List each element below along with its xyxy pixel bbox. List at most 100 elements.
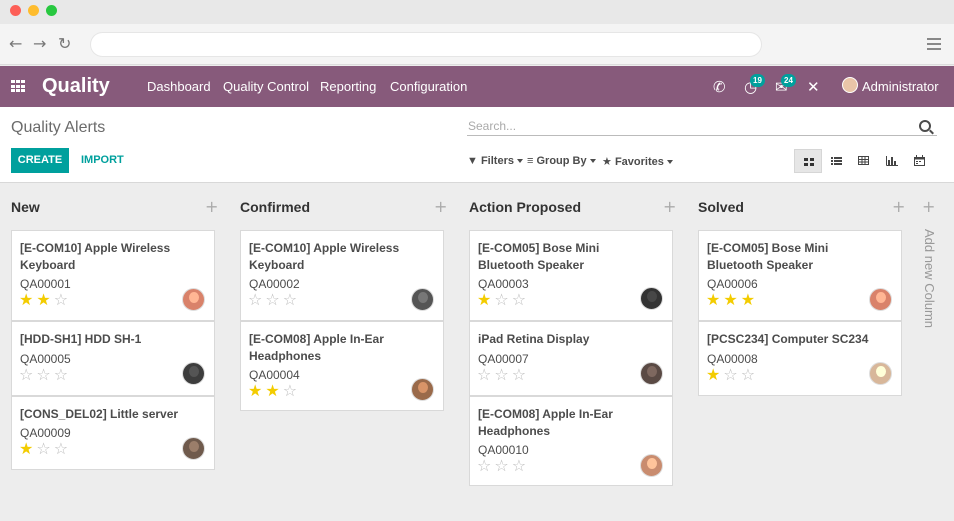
star-filled-icon[interactable]: ★ [19, 439, 36, 458]
star-empty-icon[interactable]: ☆ [741, 365, 758, 384]
user-avatar[interactable] [842, 77, 858, 93]
menu-quality-control[interactable]: Quality Control [223, 79, 309, 94]
star-filled-icon[interactable]: ★ [265, 381, 282, 400]
menu-reporting[interactable]: Reporting [320, 79, 376, 94]
kanban-card[interactable]: [HDD-SH1] HDD SH-1 QA00005 ☆☆☆ [11, 321, 215, 396]
assignee-avatar[interactable] [640, 287, 663, 310]
priority-stars[interactable]: ★★☆ [248, 383, 300, 399]
graph-view-icon[interactable] [878, 149, 906, 173]
import-button[interactable]: IMPORT [81, 154, 124, 166]
star-empty-icon[interactable]: ☆ [248, 290, 265, 309]
star-empty-icon[interactable]: ☆ [494, 365, 511, 384]
priority-stars[interactable]: ★☆☆ [706, 367, 758, 383]
card-reference: QA00006 [707, 277, 758, 291]
pivot-view-icon[interactable] [850, 149, 878, 173]
assignee-avatar[interactable] [869, 288, 892, 311]
kanban-card[interactable]: [E-COM05] Bose Mini Bluetooth Speaker QA… [698, 230, 902, 321]
priority-stars[interactable]: ★★☆ [19, 292, 71, 308]
column-add-plus-icon[interactable]: + [434, 197, 447, 216]
kanban-card[interactable]: [PCSC234] Computer SC234 QA00008 ★☆☆ [698, 321, 902, 396]
star-empty-icon[interactable]: ☆ [54, 290, 71, 309]
add-column-plus-icon[interactable]: + [922, 197, 935, 216]
star-empty-icon[interactable]: ☆ [494, 456, 511, 475]
search-input[interactable]: Search... [468, 119, 516, 133]
kanban-card[interactable]: [CONS_DEL02] Little server QA00009 ★☆☆ [11, 396, 215, 470]
assignee-avatar[interactable] [640, 362, 663, 385]
star-empty-icon[interactable]: ☆ [512, 290, 529, 309]
assignee-avatar[interactable] [182, 362, 205, 385]
list-view-icon[interactable] [822, 149, 850, 173]
maximize-window-icon[interactable] [46, 5, 57, 16]
star-empty-icon[interactable]: ☆ [494, 290, 511, 309]
calendar-view-icon[interactable] [906, 149, 934, 173]
favorites-dropdown[interactable]: ★ Favorites [602, 155, 673, 168]
column-add-plus-icon[interactable]: + [205, 197, 218, 216]
star-empty-icon[interactable]: ☆ [512, 456, 529, 475]
star-empty-icon[interactable]: ☆ [477, 365, 494, 384]
kanban-card[interactable]: iPad Retina Display QA00007 ☆☆☆ [469, 321, 673, 396]
star-filled-icon[interactable]: ★ [706, 290, 723, 309]
column-add-plus-icon[interactable]: + [892, 197, 905, 216]
groupby-dropdown[interactable]: ≡ Group By [527, 155, 596, 167]
star-empty-icon[interactable]: ☆ [723, 365, 740, 384]
user-menu[interactable]: Administrator [862, 79, 939, 94]
kanban-card[interactable]: [E-COM08] Apple In-Ear Headphones QA0000… [240, 321, 444, 411]
star-empty-icon[interactable]: ☆ [19, 365, 36, 384]
star-filled-icon[interactable]: ★ [723, 290, 740, 309]
kanban-view-icon[interactable] [794, 149, 822, 173]
card-title: [PCSC234] Computer SC234 [707, 332, 869, 346]
assignee-avatar[interactable] [411, 288, 434, 311]
assignee-avatar[interactable] [182, 437, 205, 460]
menu-configuration[interactable]: Configuration [390, 79, 467, 94]
priority-stars[interactable]: ☆☆☆ [477, 458, 529, 474]
priority-stars[interactable]: ★★★ [706, 292, 758, 308]
kanban-card[interactable]: [E-COM08] Apple In-Ear Headphones QA0001… [469, 396, 673, 486]
reload-icon[interactable]: ↻ [58, 35, 71, 53]
column-add-plus-icon[interactable]: + [663, 197, 676, 216]
assignee-avatar[interactable] [411, 378, 434, 401]
assignee-avatar[interactable] [182, 288, 205, 311]
menu-dashboard[interactable]: Dashboard [147, 79, 211, 94]
debug-tools-icon[interactable]: ✕ [807, 78, 820, 96]
priority-stars[interactable]: ☆☆☆ [19, 367, 71, 383]
star-empty-icon[interactable]: ☆ [477, 456, 494, 475]
search-icon[interactable] [919, 120, 931, 132]
star-empty-icon[interactable]: ☆ [54, 365, 71, 384]
assignee-avatar[interactable] [640, 454, 663, 477]
star-filled-icon[interactable]: ★ [706, 365, 723, 384]
forward-arrow-icon[interactable]: → [33, 35, 46, 53]
kanban-card[interactable]: [E-COM05] Bose Mini Bluetooth Speaker QA… [469, 230, 673, 321]
apps-grid-icon[interactable] [11, 80, 26, 93]
priority-stars[interactable]: ★☆☆ [19, 441, 71, 457]
star-empty-icon[interactable]: ☆ [36, 439, 53, 458]
star-empty-icon[interactable]: ☆ [512, 365, 529, 384]
phone-icon[interactable]: ✆ [713, 78, 726, 96]
kanban-card[interactable]: [E-COM10] Apple Wireless Keyboard QA0000… [240, 230, 444, 321]
star-filled-icon[interactable]: ★ [741, 290, 758, 309]
star-filled-icon[interactable]: ★ [36, 290, 53, 309]
add-new-column[interactable]: Add new Column [919, 229, 937, 339]
browser-menu-icon[interactable] [927, 38, 941, 53]
address-bar[interactable] [90, 32, 762, 57]
star-filled-icon[interactable]: ★ [477, 290, 494, 309]
close-window-icon[interactable] [10, 5, 21, 16]
filters-dropdown[interactable]: ▼ Filters [467, 155, 523, 167]
minimize-window-icon[interactable] [28, 5, 39, 16]
priority-stars[interactable]: ★☆☆ [477, 292, 529, 308]
star-empty-icon[interactable]: ☆ [54, 439, 71, 458]
priority-stars[interactable]: ☆☆☆ [477, 367, 529, 383]
star-empty-icon[interactable]: ☆ [283, 290, 300, 309]
kanban-card[interactable]: [E-COM10] Apple Wireless Keyboard QA0000… [11, 230, 215, 321]
card-reference: QA00004 [249, 368, 300, 382]
app-name[interactable]: Quality [42, 75, 110, 98]
priority-stars[interactable]: ☆☆☆ [248, 292, 300, 308]
star-filled-icon[interactable]: ★ [248, 381, 265, 400]
star-empty-icon[interactable]: ☆ [265, 290, 282, 309]
assignee-avatar[interactable] [869, 362, 892, 385]
star-empty-icon[interactable]: ☆ [283, 381, 300, 400]
create-button[interactable]: CREATE [11, 148, 69, 173]
star-filled-icon[interactable]: ★ [19, 290, 36, 309]
search-bar[interactable]: Search... [467, 119, 937, 136]
back-arrow-icon[interactable]: ← [9, 35, 22, 53]
star-empty-icon[interactable]: ☆ [36, 365, 53, 384]
